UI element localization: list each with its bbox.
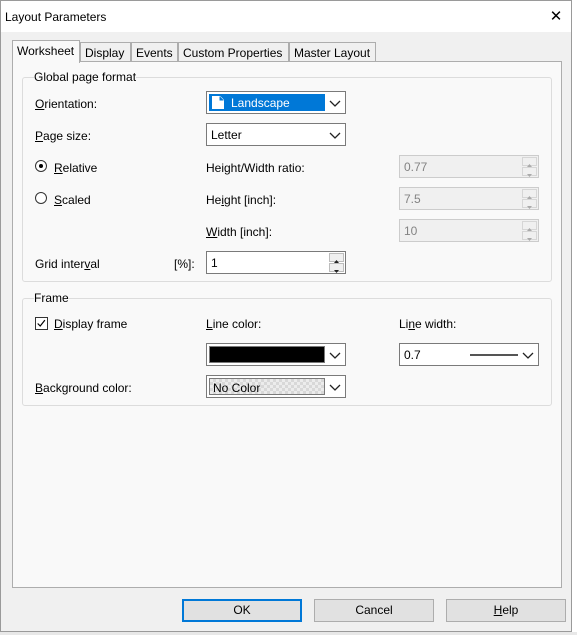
height-spinner[interactable]: 7.5	[399, 187, 539, 210]
width-value: 10	[404, 224, 418, 238]
group-title-frame: Frame	[34, 291, 69, 305]
ok-button[interactable]: OK	[182, 599, 302, 622]
orientation-select[interactable]: Landscape	[206, 91, 346, 114]
background-color-swatch: No Color	[209, 378, 325, 395]
tab-label: Custom Properties	[183, 46, 283, 60]
spin-down-button[interactable]	[522, 231, 537, 241]
close-icon[interactable]: ✕	[543, 5, 569, 29]
height-value: 7.5	[404, 192, 421, 206]
tab-label: Master Layout	[294, 46, 371, 60]
dialog-title: Layout Parameters	[5, 10, 107, 24]
tab-worksheet[interactable]: Worksheet	[12, 40, 80, 63]
background-color-value: No Color	[213, 381, 261, 395]
chevron-down-icon	[329, 132, 341, 139]
spin-up-button[interactable]	[329, 253, 344, 263]
relative-label: Relative	[54, 161, 98, 175]
cancel-button[interactable]: Cancel	[314, 599, 434, 622]
spin-up-button[interactable]	[522, 189, 537, 199]
line-color-swatch	[209, 346, 325, 363]
title-bar: Layout Parameters ✕	[1, 1, 571, 32]
grid-unit-label: [%]:	[174, 257, 195, 271]
width-label: Width [inch]:	[206, 225, 273, 239]
page-size-value: Letter	[211, 128, 242, 142]
tab-label: Display	[85, 46, 125, 60]
down-arrow-icon	[527, 174, 532, 177]
scaled-radio[interactable]	[35, 192, 47, 204]
global-page-format-group: Global page format Orientation: Landscap…	[22, 70, 552, 282]
help-button[interactable]: Help	[446, 599, 566, 622]
page-size-label: Page size:	[35, 129, 92, 143]
tab-master-layout[interactable]: Master Layout	[289, 42, 376, 63]
display-frame-label: Display frame	[54, 317, 128, 331]
chevron-down-icon	[329, 100, 341, 107]
line-color-label: Line color:	[206, 317, 262, 331]
width-spinner[interactable]: 10	[399, 219, 539, 242]
grid-interval-spinner[interactable]: 1	[206, 251, 346, 274]
scaled-label: Scaled	[54, 193, 91, 207]
orientation-label: Orientation:	[35, 97, 98, 111]
relative-radio[interactable]	[35, 160, 47, 172]
line-width-value: 0.7	[404, 348, 421, 362]
tab-events[interactable]: Events	[131, 42, 178, 63]
frame-group: Frame Display frame Line color: Line wid…	[22, 291, 552, 406]
tab-custom-properties[interactable]: Custom Properties	[178, 42, 289, 63]
orientation-value: Landscape	[231, 96, 290, 110]
check-icon	[37, 319, 46, 327]
background-color-label: Background color:	[35, 381, 132, 395]
line-width-sample	[470, 354, 518, 356]
line-width-label: Line width:	[399, 317, 457, 331]
display-frame-checkbox[interactable]	[35, 317, 48, 330]
spin-down-button[interactable]	[522, 199, 537, 209]
down-arrow-icon	[527, 206, 532, 209]
chevron-down-icon	[522, 352, 534, 359]
ratio-spinner[interactable]: 0.77	[399, 155, 539, 178]
spin-down-button[interactable]	[522, 167, 537, 177]
grid-interval-value: 1	[211, 256, 218, 270]
tab-display[interactable]: Display	[80, 42, 131, 63]
background-color-select[interactable]: No Color	[206, 375, 346, 398]
tab-label: Worksheet	[17, 44, 75, 58]
worksheet-panel: Global page format Orientation: Landscap…	[12, 61, 562, 588]
spin-up-button[interactable]	[522, 221, 537, 231]
layout-parameters-dialog: Layout Parameters ✕ Worksheet Display Ev…	[0, 0, 572, 632]
spinner-buttons	[329, 253, 344, 273]
grid-interval-label: Grid interval	[35, 257, 100, 271]
group-title-global-page-format: Global page format	[34, 70, 137, 84]
line-color-select[interactable]	[206, 343, 346, 366]
spinner-buttons	[522, 189, 537, 209]
spin-up-button[interactable]	[522, 157, 537, 167]
document-icon	[212, 96, 224, 109]
spinner-buttons	[522, 157, 537, 177]
background-app-edge	[572, 0, 577, 635]
down-arrow-icon	[527, 238, 532, 241]
ratio-label: Height/Width ratio:	[206, 161, 305, 175]
down-arrow-icon	[334, 270, 339, 273]
tab-label: Events	[136, 46, 173, 60]
ratio-value: 0.77	[404, 160, 428, 174]
height-label: Height [inch]:	[206, 193, 277, 207]
chevron-down-icon	[329, 384, 341, 391]
spin-down-button[interactable]	[329, 263, 344, 273]
chevron-down-icon	[329, 352, 341, 359]
page-size-select[interactable]: Letter	[206, 123, 346, 146]
spinner-buttons	[522, 221, 537, 241]
line-width-select[interactable]: 0.7	[399, 343, 539, 366]
